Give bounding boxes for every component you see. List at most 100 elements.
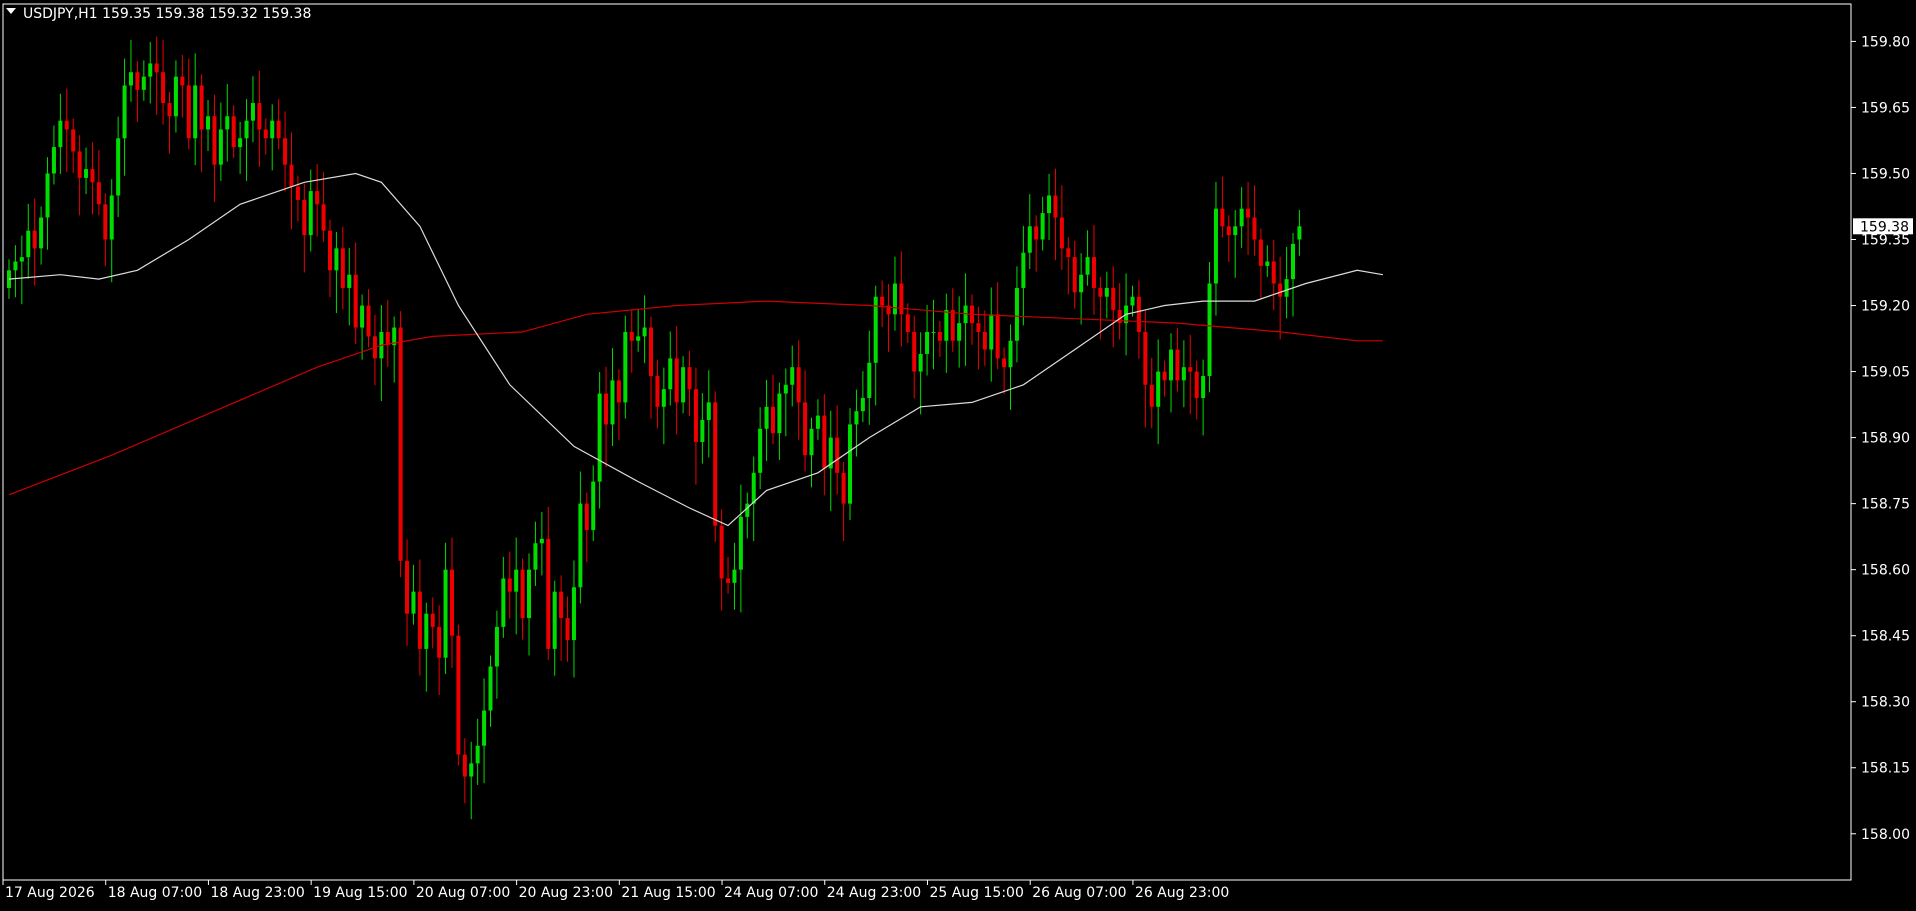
time-tick-label: 18 Aug 07:00 xyxy=(108,885,202,901)
candle-body xyxy=(815,415,820,429)
time-tick-label: 17 Aug 2026 xyxy=(5,885,95,901)
chart-background xyxy=(0,0,1916,907)
candle-body xyxy=(764,406,769,429)
time-tick-label: 25 Aug 15:00 xyxy=(929,885,1023,901)
candle-body xyxy=(430,613,435,627)
candle-body xyxy=(437,626,442,658)
time-tick-label: 26 Aug 23:00 xyxy=(1135,885,1229,901)
candle-body xyxy=(1111,287,1116,310)
candle-body xyxy=(135,72,140,90)
candle-body xyxy=(918,353,923,372)
candle-body xyxy=(1040,213,1045,240)
candle-body xyxy=(456,635,461,755)
candle-body xyxy=(1278,283,1283,297)
candle-body xyxy=(1027,226,1032,253)
candle-body xyxy=(443,569,448,658)
candle-body xyxy=(218,129,223,165)
candle-body xyxy=(45,173,50,218)
candle-body xyxy=(308,191,313,236)
candle-body xyxy=(1297,226,1302,240)
candle-body xyxy=(552,591,557,649)
candle-body xyxy=(128,72,133,86)
candle-body xyxy=(957,323,962,341)
candle-body xyxy=(1104,287,1109,297)
candle-body xyxy=(629,331,634,341)
candle-body xyxy=(424,613,429,649)
candle-body xyxy=(1008,340,1013,368)
candle-body xyxy=(1258,239,1263,266)
candle-body xyxy=(1059,217,1064,249)
candle-body xyxy=(1169,349,1174,381)
candle-body xyxy=(1162,371,1167,381)
candle xyxy=(398,311,403,578)
candle-body xyxy=(1194,371,1199,398)
candle-body xyxy=(173,76,178,117)
candle-body xyxy=(777,393,782,434)
candle-body xyxy=(803,402,808,456)
candle-body xyxy=(905,314,910,332)
candle-body xyxy=(58,120,63,148)
price-tick-label: 158.60 xyxy=(1861,563,1910,579)
candle-body xyxy=(225,116,230,130)
candle-body xyxy=(860,397,865,412)
candle-body xyxy=(193,85,198,139)
candle-body xyxy=(1002,358,1007,368)
price-chart[interactable]: 159.80159.65159.50159.35159.20159.05158.… xyxy=(0,0,1916,907)
candle-body xyxy=(84,169,89,178)
candle-body xyxy=(533,543,538,570)
candle-body xyxy=(270,120,275,139)
candle-body xyxy=(167,103,172,117)
candle-body xyxy=(257,103,262,130)
candle-body xyxy=(1098,287,1103,297)
candle-body xyxy=(1053,195,1058,218)
candle-body xyxy=(13,261,18,271)
time-tick-label: 19 Aug 15:00 xyxy=(313,885,407,901)
candle-body xyxy=(244,120,249,139)
candle-body xyxy=(655,375,660,407)
candle-body xyxy=(116,138,121,196)
candle-body xyxy=(514,569,519,592)
candle-body xyxy=(302,199,307,236)
candle-body xyxy=(64,120,69,130)
candle-body xyxy=(501,578,506,627)
candle-body xyxy=(726,578,731,583)
price-tick-label: 159.20 xyxy=(1861,299,1910,315)
candle-body xyxy=(417,591,422,649)
time-tick-label: 24 Aug 07:00 xyxy=(724,885,818,901)
candle-body xyxy=(796,367,801,403)
candle-body xyxy=(347,274,352,288)
candle-body xyxy=(122,85,127,139)
candle-body xyxy=(283,138,288,165)
candle-body xyxy=(527,569,532,619)
candle-body xyxy=(668,358,673,390)
candle-body xyxy=(520,569,525,619)
candle-body xyxy=(77,151,82,178)
candle-body xyxy=(732,569,737,583)
candle-body xyxy=(411,591,416,614)
candle-body xyxy=(848,424,853,504)
chart-window[interactable]: 159.80 159.65 159.50 159.35 159.20 159.05 158.… xyxy=(0,0,1916,907)
candle-body xyxy=(584,503,589,531)
candle-body xyxy=(26,230,31,258)
candle xyxy=(848,408,853,520)
candle-body xyxy=(937,331,942,341)
candle-body xyxy=(770,406,775,434)
candle-body xyxy=(340,248,345,288)
candle-body xyxy=(758,428,763,473)
candle-body xyxy=(565,618,570,641)
candle-body xyxy=(1130,296,1135,306)
time-tick-label: 24 Aug 23:00 xyxy=(827,885,921,901)
candle-body xyxy=(276,120,281,139)
candle-body xyxy=(944,309,949,341)
candle-body xyxy=(250,103,255,121)
candle-body xyxy=(1213,208,1218,284)
candle-body xyxy=(745,503,750,517)
candle-body xyxy=(706,402,711,420)
candle-body xyxy=(687,367,692,390)
time-tick-label: 26 Aug 07:00 xyxy=(1032,885,1126,901)
candle-body xyxy=(19,257,24,262)
candle-body xyxy=(867,362,872,398)
candle-body xyxy=(1014,287,1019,341)
candle-body xyxy=(475,745,480,764)
candle-body xyxy=(693,389,698,442)
